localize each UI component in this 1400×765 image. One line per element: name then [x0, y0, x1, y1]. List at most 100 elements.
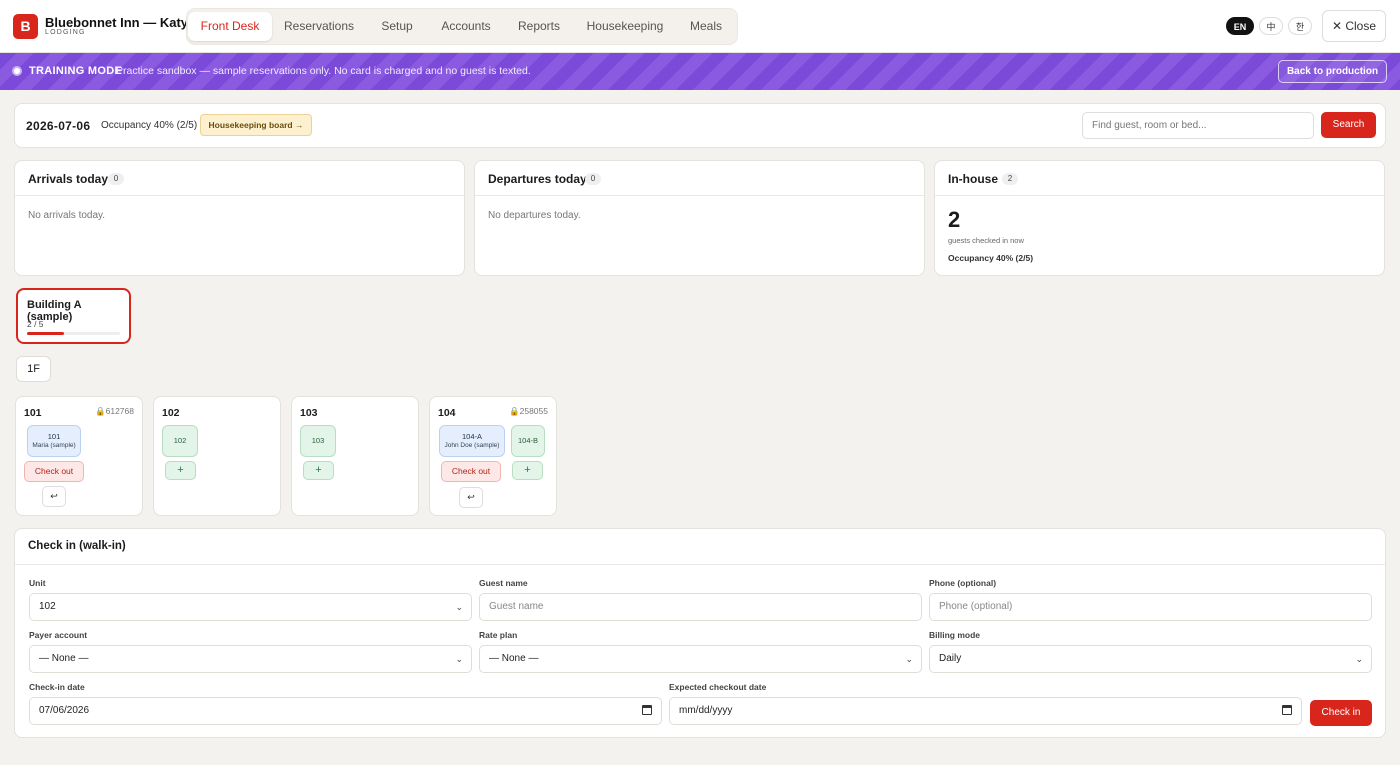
building-card[interactable]: Building A (sample) 2 / 5 [16, 288, 131, 344]
current-date: 2026-07-06 [26, 119, 91, 133]
room-card-101: 101 🔒612768 101 Maria (sample) Check out… [15, 396, 143, 516]
room-number: 102 [162, 407, 180, 419]
main-nav: Front Desk Reservations Setup Accounts R… [186, 8, 738, 45]
date-bar: 2026-07-06 Occupancy 40% (2/5) Housekeep… [14, 103, 1386, 148]
tab-front-desk[interactable]: Front Desk [188, 12, 272, 41]
bed-label: 103 [311, 436, 325, 445]
bed-102[interactable]: 102 [162, 425, 198, 457]
undo-icon[interactable]: ↩ [42, 486, 66, 507]
lang-en-button[interactable]: EN [1226, 17, 1254, 35]
room-number: 104 [438, 407, 456, 419]
training-text: Practice sandbox — sample reservations o… [116, 65, 531, 77]
billing-mode-select[interactable]: Daily ⌄ [929, 645, 1372, 673]
inhouse-occupancy: Occupancy 40% (2/5) [948, 253, 1034, 263]
training-indicator-icon [12, 66, 22, 76]
lock-icon: 🔒258055 [509, 406, 548, 416]
tab-setup[interactable]: Setup [367, 12, 427, 41]
rate-plan-select[interactable]: — None — ⌄ [479, 645, 922, 673]
billing-mode-label: Billing mode [929, 630, 980, 640]
room-card-104: 104 🔒258055 104-A John Doe (sample) 104-… [429, 396, 557, 516]
checkout-date-placeholder: mm/dd/yyyy [679, 705, 733, 716]
room-number: 101 [24, 407, 42, 419]
chevron-down-icon: ⌄ [455, 602, 463, 612]
unit-value: 102 [39, 601, 56, 612]
billing-mode-value: Daily [939, 653, 962, 664]
tab-housekeeping[interactable]: Housekeeping [577, 12, 673, 41]
departures-empty: No departures today. [488, 210, 581, 221]
payer-value: — None — [39, 653, 89, 664]
brand-subtitle: LODGING [45, 29, 86, 36]
housekeeping-board-button[interactable]: Housekeeping board → [200, 114, 312, 136]
calendar-icon[interactable] [642, 705, 652, 715]
unit-label: Unit [29, 578, 46, 588]
check-in-button[interactable]: Check in [1310, 700, 1372, 726]
guest-name-label: Guest name [479, 578, 528, 588]
occupancy-text: Occupancy 40% (2/5) [101, 120, 198, 131]
inhouse-header: In-house 2 [935, 161, 1384, 196]
bed-guest-name: Maria (sample) [32, 442, 76, 449]
lang-zh-button[interactable]: 中 [1259, 17, 1283, 35]
add-guest-button[interactable]: + [165, 461, 196, 480]
tab-meals[interactable]: Meals [677, 12, 735, 41]
check-out-button[interactable]: Check out [24, 461, 84, 482]
inhouse-big-number: 2 [948, 207, 961, 232]
chevron-down-icon: ⌄ [905, 654, 913, 664]
chevron-down-icon: ⌄ [1355, 654, 1363, 664]
calendar-icon[interactable] [1282, 705, 1292, 715]
search-input[interactable]: Find guest, room or bed... [1082, 112, 1314, 139]
payer-select[interactable]: — None — ⌄ [29, 645, 472, 673]
tab-reservations[interactable]: Reservations [275, 12, 363, 41]
bed-guest-name: John Doe (sample) [444, 442, 500, 449]
arrivals-title: Arrivals today [28, 172, 109, 186]
lang-ko-button[interactable]: 한 [1288, 17, 1312, 35]
arrivals-header: Arrivals today 0 [15, 161, 464, 196]
inhouse-card: In-house 2 2 guests checked in now Occup… [934, 160, 1385, 276]
floor-1f-button[interactable]: 1F [16, 356, 51, 382]
checkin-form: Check in (walk-in) Unit 102 ⌄ Guest name… [14, 528, 1386, 738]
departures-header: Departures today 0 [475, 161, 924, 196]
bed-label: 104-B [517, 436, 538, 445]
rate-plan-label: Rate plan [479, 630, 518, 640]
building-count: 2 / 5 [27, 319, 44, 329]
add-guest-button[interactable]: + [512, 461, 543, 480]
arrivals-card: Arrivals today 0 No arrivals today. [14, 160, 465, 276]
departures-card: Departures today 0 No departures today. [474, 160, 925, 276]
bed-label: 101 [47, 432, 61, 441]
bed-101[interactable]: 101 Maria (sample) [27, 425, 81, 457]
bed-104-a[interactable]: 104-A John Doe (sample) [439, 425, 505, 457]
departures-title: Departures today [488, 172, 587, 186]
room-card-103: 103 103 + [291, 396, 419, 516]
brand-title: Bluebonnet Inn — Katy [45, 15, 188, 30]
undo-icon[interactable]: ↩ [459, 487, 483, 508]
back-to-production-button[interactable]: Back to production [1278, 60, 1387, 83]
checkin-form-header: Check in (walk-in) [15, 529, 1385, 565]
building-occupancy-fill [27, 332, 65, 335]
add-guest-button[interactable]: + [303, 461, 334, 480]
checkin-form-title: Check in (walk-in) [28, 540, 126, 552]
training-banner: TRAINING MODE Practice sandbox — sample … [0, 53, 1400, 90]
unit-select[interactable]: 102 ⌄ [29, 593, 472, 621]
bed-103[interactable]: 103 [300, 425, 336, 457]
arrivals-empty: No arrivals today. [28, 210, 106, 221]
close-button[interactable]: ✕ Close [1322, 10, 1386, 42]
inhouse-subtext: guests checked in now [948, 236, 1024, 245]
checkin-date-input[interactable]: 07/06/2026 [29, 697, 662, 725]
departures-count-badge: 0 [585, 173, 601, 185]
top-bar: B Bluebonnet Inn — Katy LODGING Front De… [0, 0, 1400, 53]
payer-label: Payer account [29, 630, 88, 640]
checkin-date-label: Check-in date [29, 682, 85, 692]
bed-104-b[interactable]: 104-B [511, 425, 545, 457]
room-card-102: 102 102 + [153, 396, 281, 516]
tab-reports[interactable]: Reports [505, 12, 573, 41]
checkout-date-input[interactable]: mm/dd/yyyy [669, 697, 1302, 725]
rate-plan-value: — None — [489, 653, 539, 664]
arrivals-count-badge: 0 [108, 173, 124, 185]
tab-accounts[interactable]: Accounts [431, 12, 501, 41]
chevron-down-icon: ⌄ [455, 654, 463, 664]
check-out-button[interactable]: Check out [441, 461, 501, 482]
guest-name-input[interactable]: Guest name [479, 593, 922, 621]
phone-label: Phone (optional) [929, 578, 997, 588]
search-button[interactable]: Search [1321, 112, 1376, 138]
phone-input[interactable]: Phone (optional) [929, 593, 1372, 621]
brand-logo: B [13, 14, 38, 39]
